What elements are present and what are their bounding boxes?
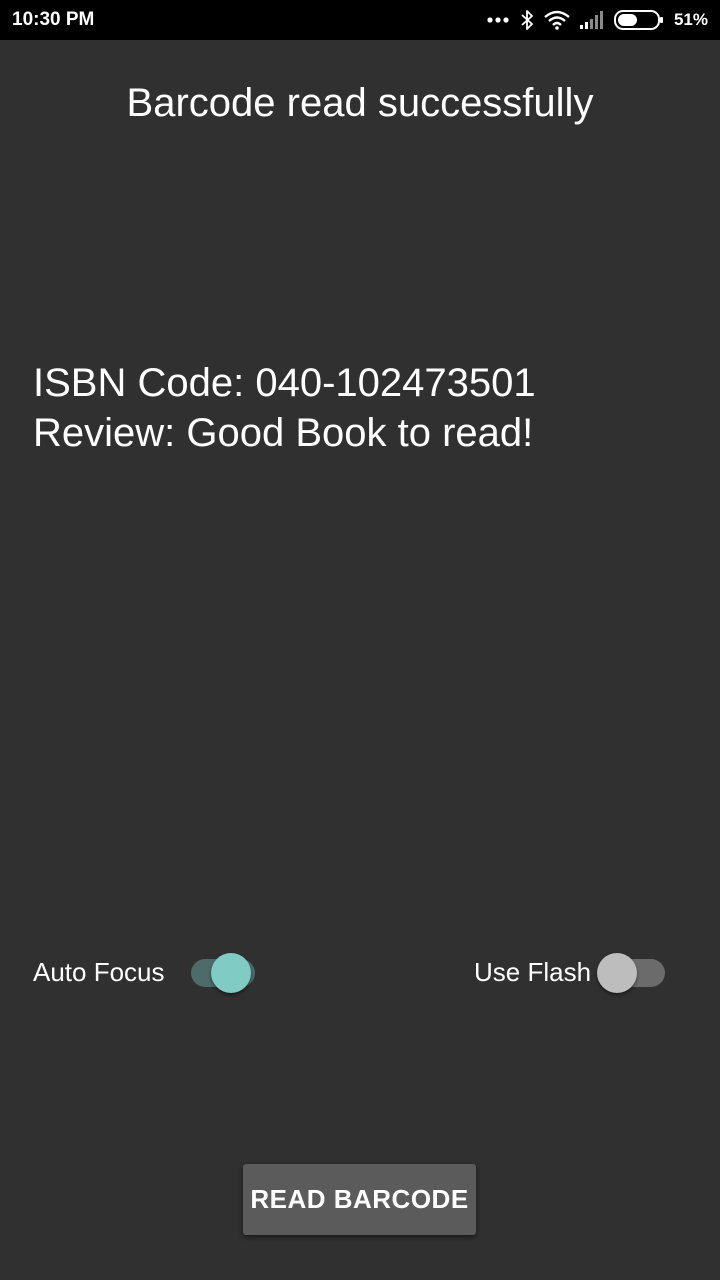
use-flash-switch-thumb <box>597 953 638 993</box>
use-flash-switch[interactable] <box>597 948 666 996</box>
wifi-icon <box>544 10 570 30</box>
isbn-code-text: ISBN Code: 040-102473501 <box>33 361 536 405</box>
battery-percent: 51% <box>673 10 708 29</box>
bluetooth-icon <box>520 9 534 31</box>
use-flash-setting: Use Flash <box>474 948 666 996</box>
app-screen: 10:30 PM 51% Barcode read successfully I… <box>0 0 720 1280</box>
use-flash-label: Use Flash <box>474 957 592 987</box>
battery-icon <box>613 10 664 30</box>
auto-focus-setting: Auto Focus <box>33 948 255 996</box>
page-title: Barcode read successfully <box>126 81 594 125</box>
more-dots-icon <box>486 16 510 24</box>
auto-focus-label: Auto Focus <box>33 957 165 987</box>
review-text: Review: Good Book to read! <box>33 411 534 455</box>
read-barcode-button[interactable]: READ BARCODE <box>243 1164 476 1235</box>
signal-icon <box>579 11 604 29</box>
auto-focus-switch[interactable] <box>187 948 255 996</box>
status-bar: 10:30 PM 51% <box>0 0 720 40</box>
auto-focus-switch-thumb <box>210 953 251 993</box>
status-icons: 51% <box>486 6 708 34</box>
barcode-result: ISBN Code: 040-102473501 Review: Good Bo… <box>33 358 693 458</box>
status-time: 10:30 PM <box>12 9 95 30</box>
